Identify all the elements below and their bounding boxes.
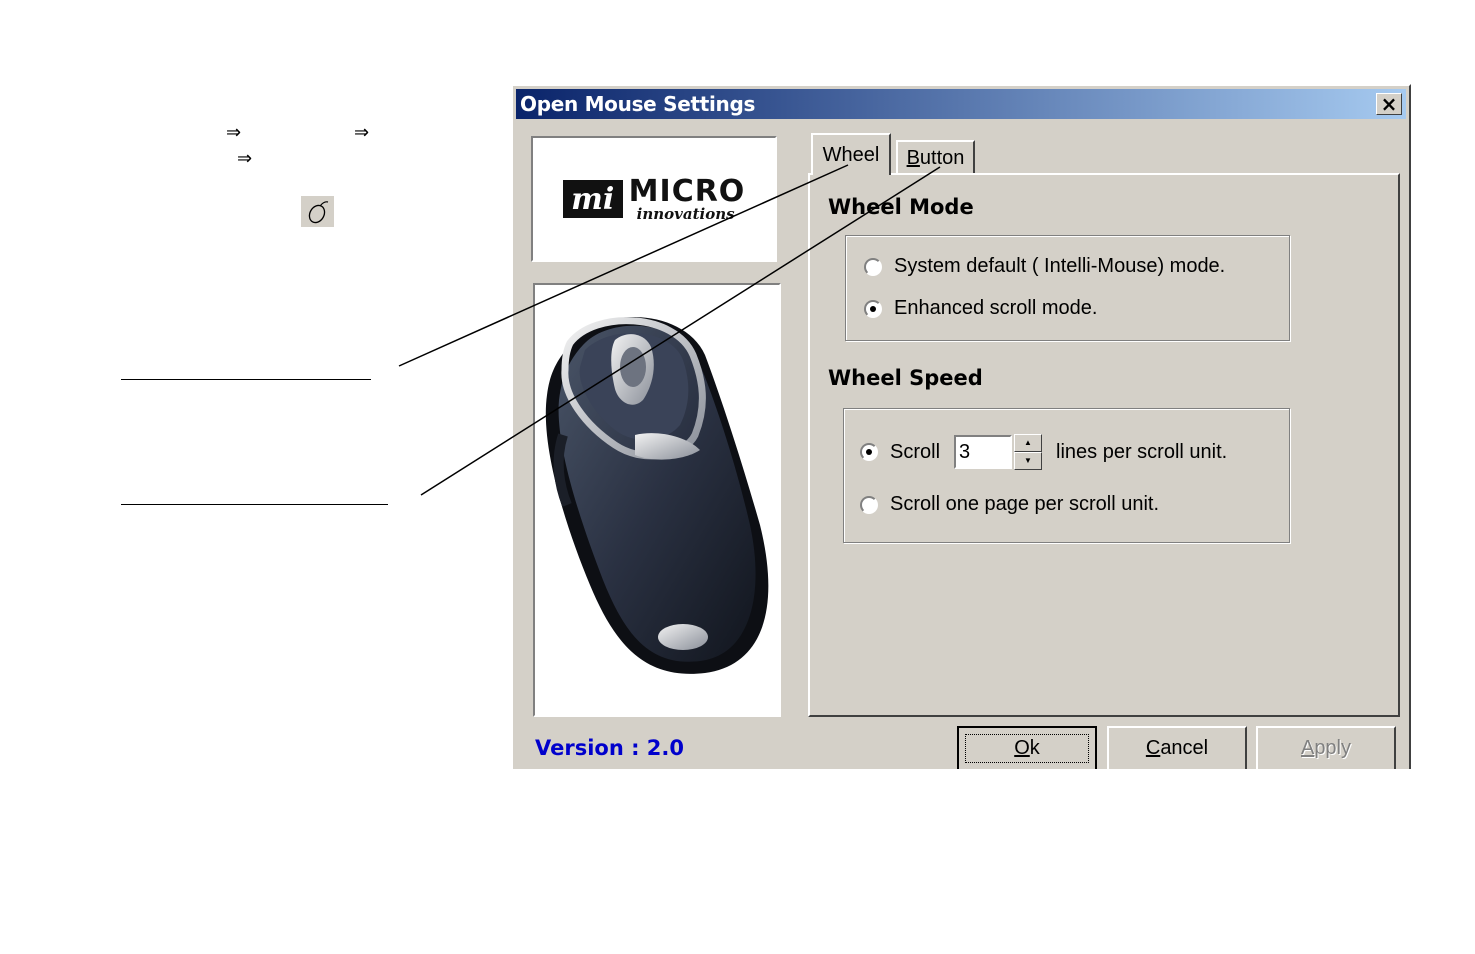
arrow-symbol-1: ⇒ xyxy=(226,122,242,143)
scroll-lines-input[interactable]: 3 xyxy=(954,435,1013,469)
tab-button[interactable]: Button xyxy=(896,140,975,174)
wheel-speed-group: Scroll 3 ▲ ▼ lines per scroll unit. Scro… xyxy=(843,408,1290,543)
mouse-tray-icon xyxy=(301,196,334,227)
radio-scroll-lines-label: Scroll xyxy=(890,440,941,463)
logo-word-innovations: innovations xyxy=(636,204,735,223)
wheel-mode-title: Wheel Mode xyxy=(828,195,974,219)
spin-down-icon[interactable]: ▼ xyxy=(1014,452,1043,470)
window-title: Open Mouse Settings xyxy=(520,92,756,116)
scroll-lines-suffix: lines per scroll unit. xyxy=(1056,440,1228,463)
radio-scroll-lines-circle[interactable] xyxy=(860,443,878,461)
radio-scroll-lines[interactable]: Scroll 3 ▲ ▼ lines per scroll unit. xyxy=(860,434,1227,470)
version-label: Version : 2.0 xyxy=(535,736,684,760)
scroll-lines-spinner[interactable]: ▲ ▼ xyxy=(1014,434,1043,470)
arrow-symbol-3: ⇒ xyxy=(237,148,253,169)
radio-scroll-page-circle[interactable] xyxy=(860,495,878,514)
radio-system-default[interactable]: System default ( Intelli-Mouse) mode. xyxy=(864,255,1225,278)
apply-button-label: Apply xyxy=(1300,737,1352,759)
tab-wheel[interactable]: Wheel xyxy=(811,133,891,175)
wheel-speed-title: Wheel Speed xyxy=(828,366,983,390)
logo-initials: mi xyxy=(571,181,615,217)
title-bar[interactable]: Open Mouse Settings × xyxy=(516,89,1406,119)
radio-enhanced-scroll-circle[interactable] xyxy=(864,299,882,318)
logo-word-micro: MICRO xyxy=(628,173,746,209)
radio-scroll-page-label: Scroll one page per scroll unit. xyxy=(890,493,1160,515)
ok-button-label: Ok xyxy=(965,734,1089,763)
radio-enhanced-scroll[interactable]: Enhanced scroll mode. xyxy=(864,297,1097,320)
open-mouse-settings-dialog: Open Mouse Settings × mi MICRO innovatio… xyxy=(511,84,1411,769)
brand-logo: mi MICRO innovations xyxy=(531,136,777,262)
wheel-mode-group: System default ( Intelli-Mouse) mode. En… xyxy=(845,235,1290,341)
cancel-button[interactable]: Cancel xyxy=(1107,726,1247,769)
callout-underline-wheel xyxy=(121,379,371,380)
tab-button-label: Button xyxy=(906,146,965,169)
wheel-tab-panel: Wheel Mode System default ( Intelli-Mous… xyxy=(808,173,1400,717)
tab-wheel-label: Wheel xyxy=(822,143,880,166)
radio-scroll-page[interactable]: Scroll one page per scroll unit. xyxy=(860,493,1159,516)
ok-button[interactable]: Ok xyxy=(957,726,1097,769)
close-icon: × xyxy=(1380,92,1398,116)
radio-enhanced-scroll-label: Enhanced scroll mode. xyxy=(894,297,1098,319)
radio-system-default-label: System default ( Intelli-Mouse) mode. xyxy=(894,255,1226,277)
spin-up-icon[interactable]: ▲ xyxy=(1014,434,1043,452)
arrow-symbol-2: ⇒ xyxy=(354,122,370,143)
apply-button: Apply xyxy=(1256,726,1396,769)
close-button[interactable]: × xyxy=(1376,93,1402,115)
logo-mark: mi xyxy=(562,180,623,218)
callout-underline-button xyxy=(121,504,388,505)
mouse-product-image xyxy=(533,283,781,717)
cancel-button-label: Cancel xyxy=(1145,737,1209,759)
radio-system-default-circle[interactable] xyxy=(864,257,882,276)
